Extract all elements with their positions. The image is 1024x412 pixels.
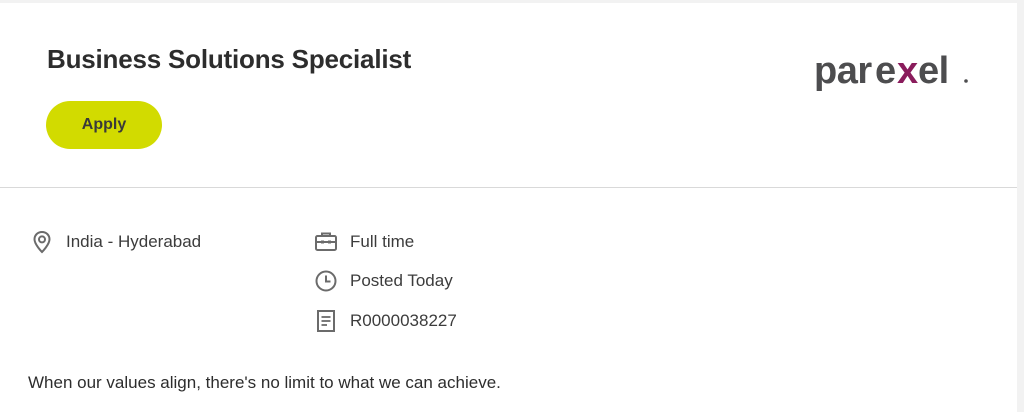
briefcase-icon bbox=[314, 230, 338, 254]
location-row: India - Hyderabad bbox=[30, 230, 201, 254]
posted-text: Posted Today bbox=[350, 271, 453, 290]
document-icon bbox=[314, 309, 338, 333]
requisition-id-text: R0000038227 bbox=[350, 311, 457, 330]
job-title: Business Solutions Specialist bbox=[47, 44, 412, 74]
employment-type-row: Full time bbox=[314, 230, 414, 254]
apply-button[interactable]: Apply bbox=[46, 101, 162, 149]
clock-icon bbox=[314, 269, 338, 293]
employment-type-text: Full time bbox=[350, 232, 415, 251]
job-header: Business Solutions Specialist Apply par … bbox=[0, 3, 1017, 188]
svg-text:el: el bbox=[918, 50, 949, 92]
svg-text:e: e bbox=[875, 50, 896, 92]
svg-text:par: par bbox=[814, 50, 872, 92]
location-text: India - Hyderabad bbox=[66, 232, 202, 251]
posted-row: Posted Today bbox=[314, 269, 453, 293]
svg-text:x: x bbox=[897, 50, 918, 92]
map-pin-icon bbox=[30, 230, 54, 254]
job-card: Business Solutions Specialist Apply par … bbox=[0, 3, 1017, 412]
job-description-tagline: When our values align, there's no limit … bbox=[28, 373, 501, 392]
requisition-row: R0000038227 bbox=[314, 309, 457, 333]
parexel-logo: par e x el bbox=[814, 48, 970, 92]
job-details: India - Hyderabad Full time Posted Today… bbox=[0, 188, 1017, 412]
